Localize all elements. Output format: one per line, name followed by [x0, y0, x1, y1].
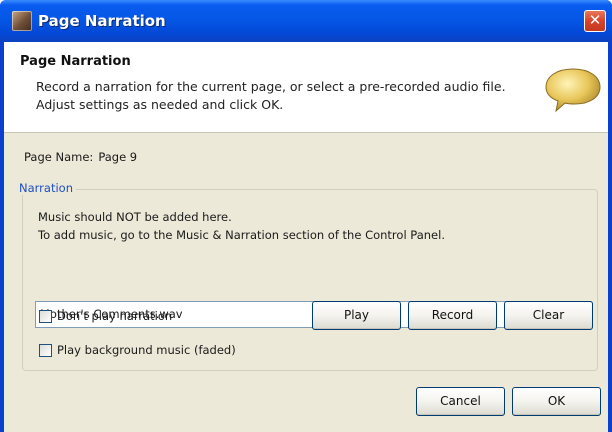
cancel-button[interactable]: Cancel	[416, 387, 505, 416]
window-title: Page Narration	[38, 12, 166, 30]
page-name-value: Page 9	[98, 150, 138, 164]
page-name-label: Page Name:	[24, 150, 94, 164]
notice-line-2: To add music, go to the Music & Narratio…	[38, 228, 445, 242]
music-notice: Music should NOT be added here. To add m…	[38, 208, 558, 244]
page-name: Page Name: Page 9	[24, 150, 137, 164]
header-description: Record a narration for the current page,…	[36, 79, 506, 112]
background-music-label: Play background music (faded)	[57, 343, 236, 357]
dont-play-label: Don't play narration	[57, 309, 173, 323]
dont-play-checkbox[interactable]	[39, 310, 52, 323]
close-button[interactable]: ✕	[584, 10, 606, 32]
background-music-checkbox[interactable]	[39, 344, 52, 357]
clear-button[interactable]: Clear	[504, 301, 593, 330]
page-narration-dialog: Page Narration ✕ Page Narration Record a…	[0, 0, 612, 432]
title-bar[interactable]: Page Narration ✕	[0, 0, 612, 42]
narration-legend: Narration	[16, 181, 76, 195]
speech-bubble-icon	[545, 68, 601, 113]
header-title: Page Narration	[20, 54, 131, 69]
dialog-body: Page Narration Record a narration for th…	[4, 42, 608, 432]
app-icon	[12, 11, 32, 31]
dialog-header: Page Narration Record a narration for th…	[4, 42, 608, 133]
ok-button[interactable]: OK	[512, 387, 601, 416]
notice-line-1: Music should NOT be added here.	[38, 210, 232, 224]
record-button[interactable]: Record	[408, 301, 497, 330]
play-button[interactable]: Play	[312, 301, 401, 330]
